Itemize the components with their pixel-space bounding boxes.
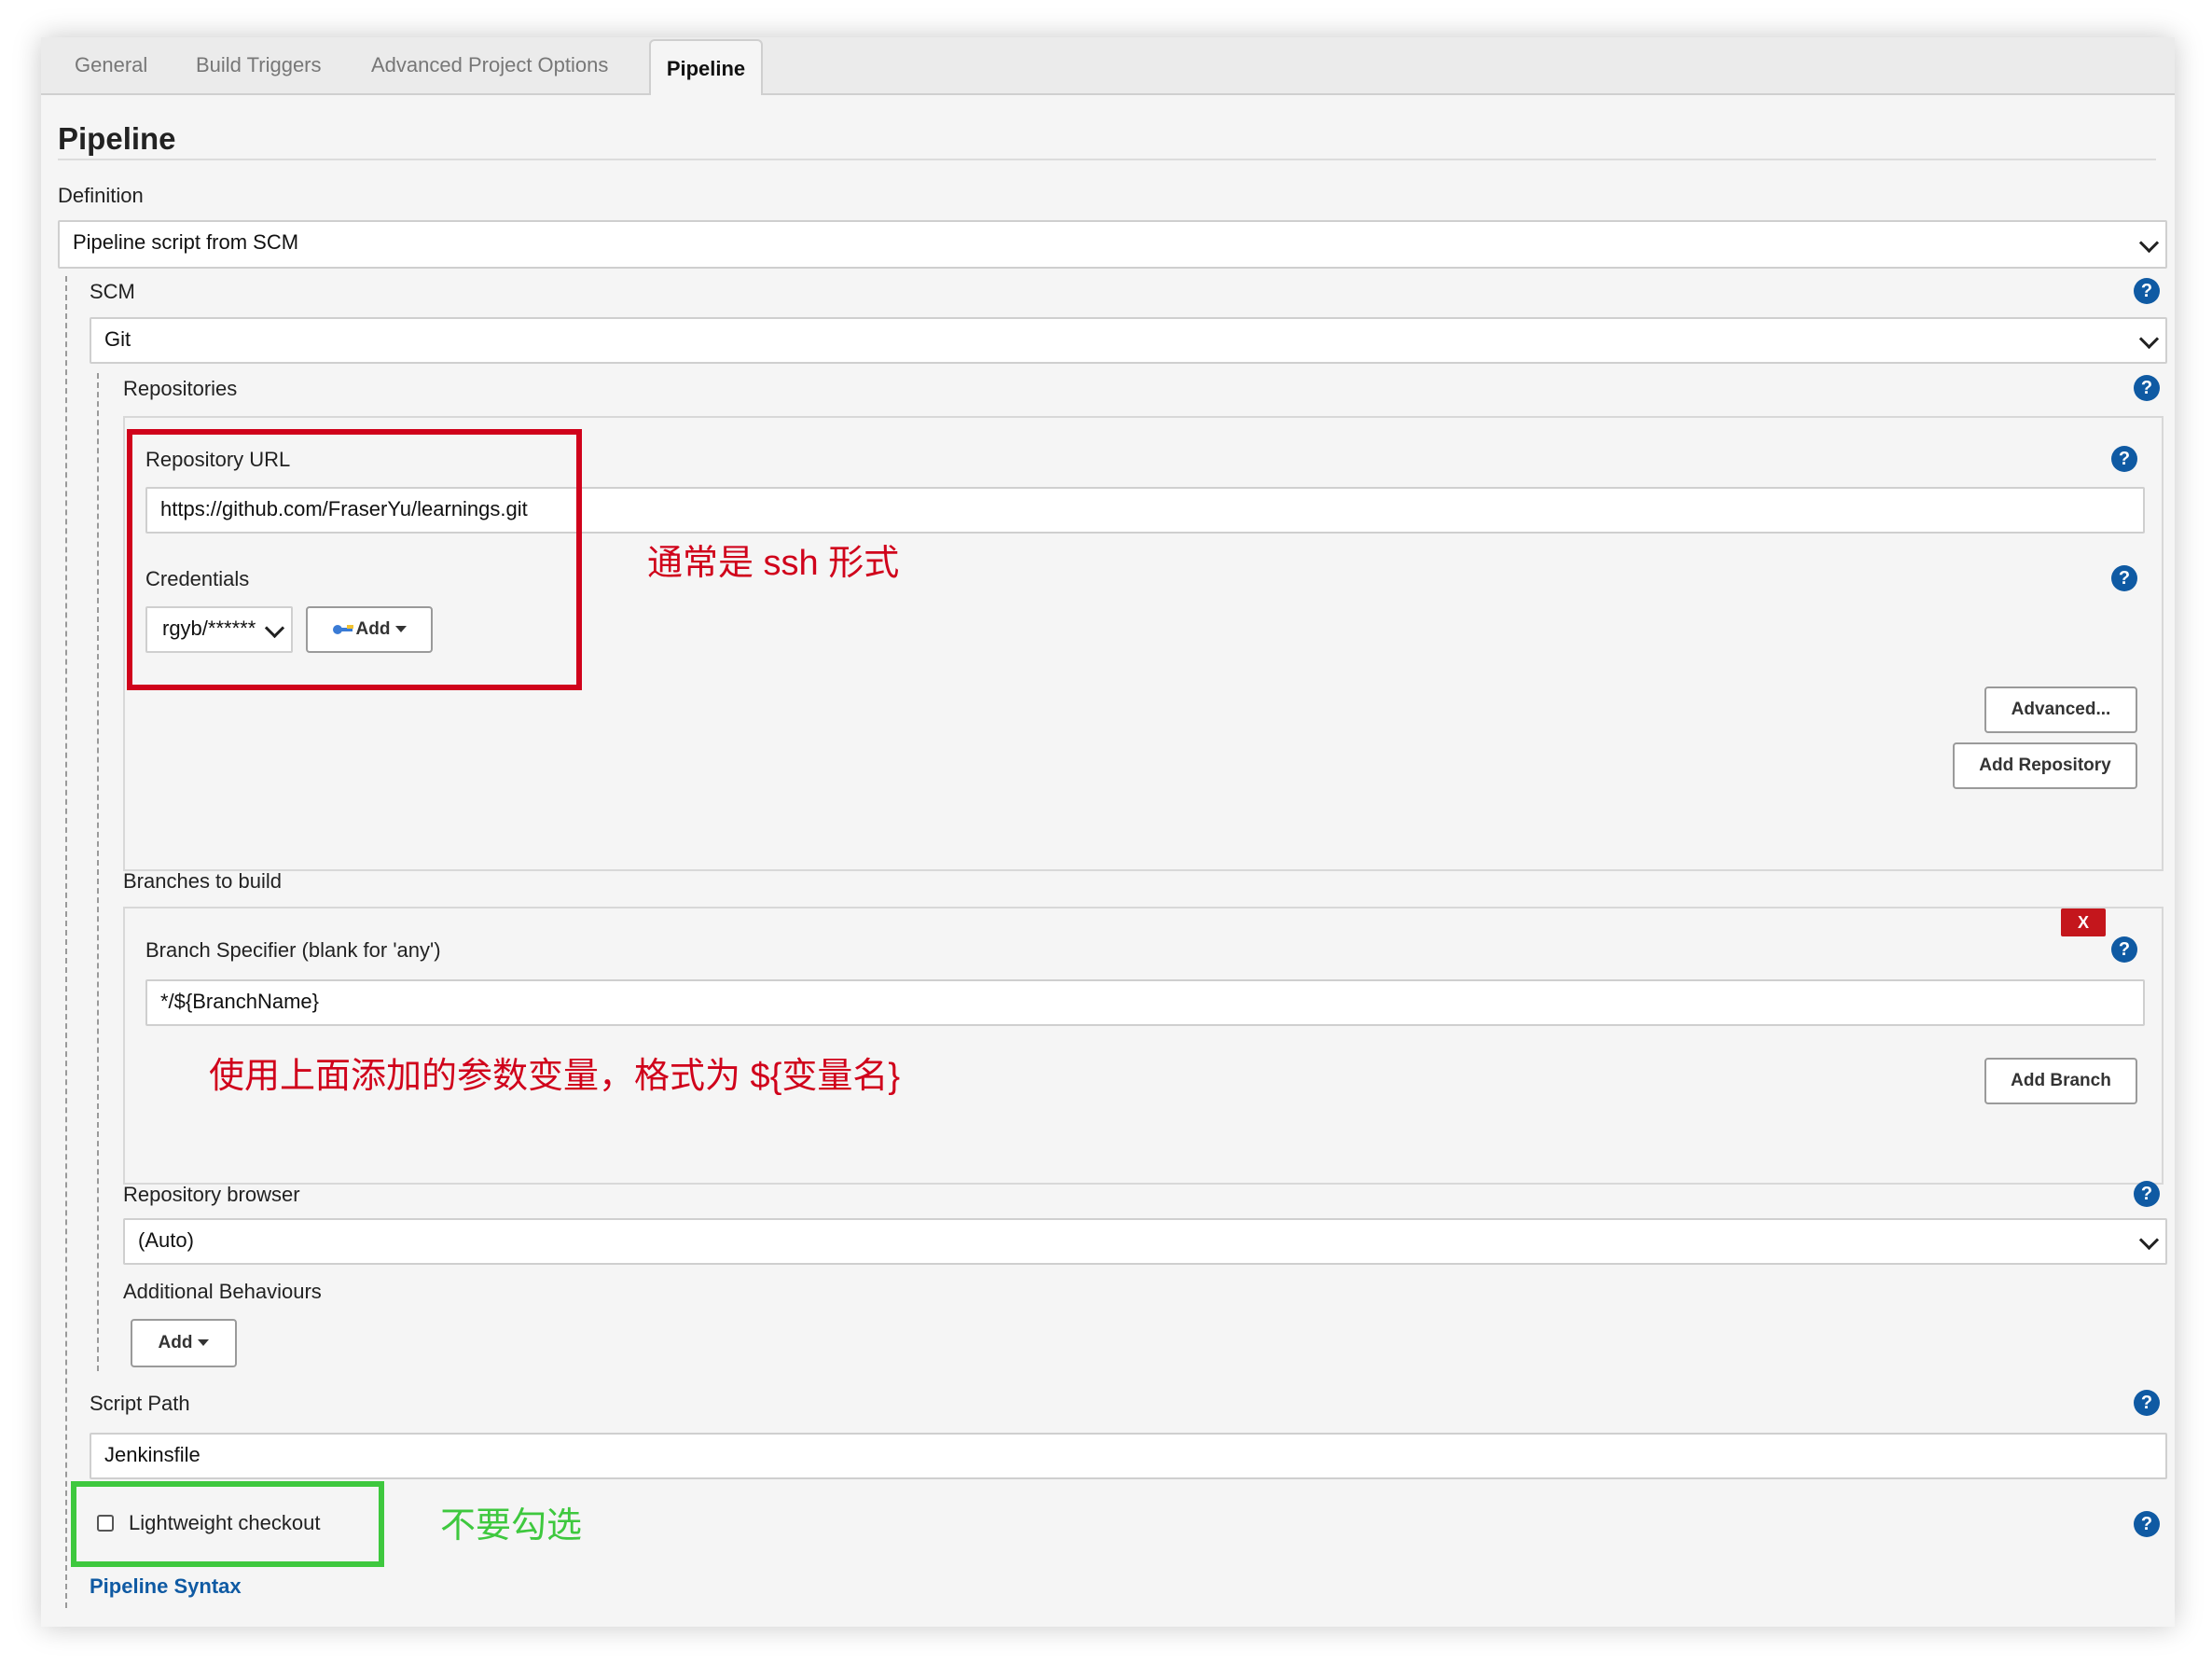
chevron-down-icon [2138,232,2160,254]
repository-browser-value: (Auto) [138,1228,194,1252]
chevron-down-icon [2138,328,2160,350]
scm-help-icon[interactable]: ? [2134,278,2160,304]
add-behaviour-label: Add [158,1333,193,1352]
tab-general[interactable]: General [75,37,147,93]
title-divider [58,159,2156,160]
pipeline-syntax-link[interactable]: Pipeline Syntax [90,1574,242,1599]
scm-label: SCM [90,280,135,303]
jenkins-config-window: General Build Triggers Advanced Project … [41,37,2175,1627]
repositories-label: Repositories [123,377,238,400]
page-title: Pipeline [58,121,176,156]
tab-build-triggers[interactable]: Build Triggers [196,37,322,93]
definition-select-value: Pipeline script from SCM [73,230,299,254]
script-path-input[interactable]: Jenkinsfile [90,1433,2167,1479]
scm-section-guide [65,276,67,1608]
git-section-guide [97,373,99,1371]
delete-branch-button[interactable]: X [2061,908,2106,936]
branches-label: Branches to build [123,869,282,893]
lightweight-checkout-label: Lightweight checkout [129,1511,321,1534]
checkout-annotation-note: 不要勾选 [440,1506,583,1546]
add-repository-button[interactable]: Add Repository [1953,742,2137,789]
advanced-button[interactable]: Advanced... [1984,686,2137,733]
scm-select-value: Git [104,327,131,351]
lightweight-checkout-checkbox[interactable] [97,1515,114,1532]
branch-annotation-note: 使用上面添加的参数变量，格式为 ${变量名} [209,1057,901,1096]
lightweight-checkout-help-icon[interactable]: ? [2134,1511,2160,1537]
scm-select[interactable]: Git [90,317,2167,364]
add-branch-button[interactable]: Add Branch [1984,1058,2137,1104]
repositories-help-icon[interactable]: ? [2134,375,2160,401]
tab-bar: General Build Triggers Advanced Project … [41,37,2175,95]
branch-specifier-label: Branch Specifier (blank for 'any') [145,938,441,962]
definition-label: Definition [58,184,144,207]
branch-specifier-help-icon[interactable]: ? [2111,936,2137,963]
branch-specifier-input[interactable]: */${BranchName} [145,979,2145,1026]
repository-browser-label: Repository browser [123,1183,300,1206]
add-behaviour-button[interactable]: Add [131,1319,237,1367]
chevron-down-icon [2138,1229,2160,1251]
additional-behaviours-label: Additional Behaviours [123,1280,322,1303]
tab-advanced-project-options[interactable]: Advanced Project Options [371,37,608,93]
caret-down-icon [198,1339,210,1347]
repository-browser-help-icon[interactable]: ? [2134,1181,2160,1207]
definition-select[interactable]: Pipeline script from SCM [58,220,2167,269]
script-path-help-icon[interactable]: ? [2134,1390,2160,1416]
tab-pipeline[interactable]: Pipeline [649,39,763,95]
credentials-help-icon[interactable]: ? [2111,565,2137,591]
url-annotation-box [127,429,582,690]
script-path-label: Script Path [90,1392,190,1415]
url-annotation-note: 通常是 ssh 形式 [647,544,900,583]
repository-browser-select[interactable]: (Auto) [123,1218,2167,1265]
repository-url-help-icon[interactable]: ? [2111,446,2137,472]
